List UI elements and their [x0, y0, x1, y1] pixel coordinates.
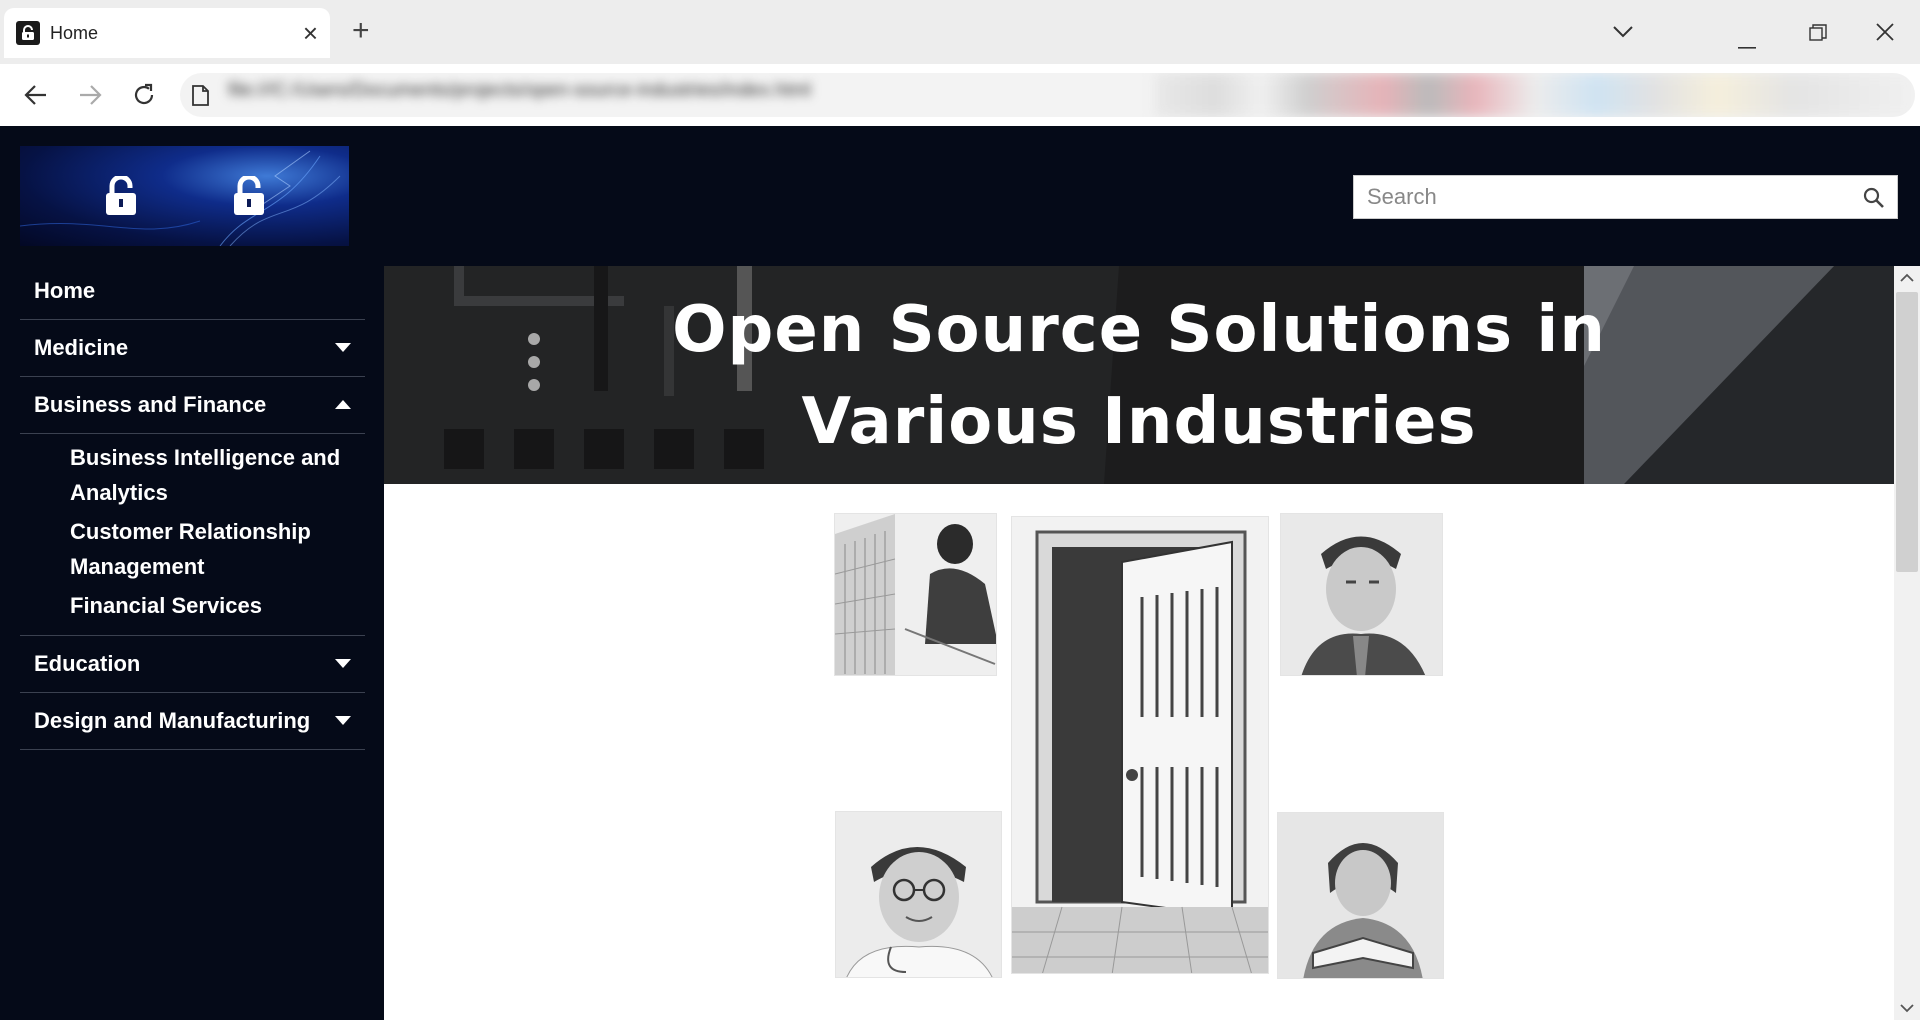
sidebar-item-label: Business and Finance — [34, 392, 267, 417]
sidebar-item-home[interactable]: Home — [20, 263, 365, 320]
scrollbar-thumb[interactable] — [1896, 292, 1918, 572]
business-finance-submenu: Business Intelligence and Analytics Cust… — [20, 434, 365, 636]
open-padlock-icon — [232, 174, 266, 221]
page-file-icon — [192, 85, 209, 111]
scroll-up-arrow-icon[interactable] — [1899, 270, 1915, 286]
back-arrow-icon[interactable] — [21, 80, 51, 110]
reload-icon[interactable] — [129, 80, 159, 110]
close-window-icon[interactable] — [1875, 22, 1895, 47]
forward-arrow-icon[interactable] — [75, 80, 105, 110]
open-door-sketch-image — [1011, 516, 1269, 974]
browser-tab[interactable]: Home × — [4, 8, 330, 58]
submenu-item-business-intelligence[interactable]: Business Intelligence and Analytics — [20, 440, 365, 514]
title-line-2: Various Industries — [801, 385, 1477, 459]
hero-banner: Open Source Solutions in Various Industr… — [384, 266, 1894, 484]
site-logo[interactable] — [20, 146, 349, 246]
sidebar-item-label: Design and Manufacturing — [34, 708, 311, 733]
lock-favicon-icon — [16, 21, 40, 45]
browser-tabstrip: Home × + — [0, 0, 1920, 64]
sidebar-item-business-and-finance[interactable]: Business and Finance — [20, 377, 365, 434]
page-body: Home Medicine Business and Finance Busin… — [0, 126, 1920, 1020]
open-padlock-icon — [104, 174, 138, 221]
search-input[interactable] — [1354, 176, 1844, 218]
scroll-down-arrow-icon[interactable] — [1899, 1000, 1915, 1016]
minimize-icon[interactable] — [1738, 30, 1756, 54]
tab-search-chevron-icon[interactable] — [1612, 20, 1634, 44]
main-content: Open Source Solutions in Various Industr… — [384, 266, 1894, 1020]
reading-woman-portrait-image — [1277, 812, 1444, 979]
search-box[interactable] — [1353, 175, 1898, 219]
doctor-portrait-image — [835, 811, 1002, 978]
sidebar-item-label: Education — [34, 651, 141, 676]
caret-down-icon[interactable] — [335, 343, 351, 352]
sidebar-item-label: Medicine — [34, 335, 129, 360]
new-tab-plus-icon[interactable]: + — [352, 16, 370, 46]
submenu-item-financial-services[interactable]: Financial Services — [20, 588, 365, 627]
tab-close-icon[interactable]: × — [303, 20, 318, 46]
address-url-text: file:///C:/Users/Documents/projects/open… — [228, 80, 811, 101]
tab-title: Home — [50, 22, 99, 43]
search-icon[interactable] — [1863, 187, 1885, 214]
sidebar-item-education[interactable]: Education — [20, 636, 365, 693]
extension-icons-blurred — [1155, 73, 1915, 117]
sidebar-item-label: Home — [34, 278, 96, 303]
submenu-item-crm[interactable]: Customer Relationship Management — [20, 514, 365, 588]
browser-toolbar: file:///C:/Users/Documents/projects/open… — [0, 64, 1920, 126]
caret-down-icon[interactable] — [335, 716, 351, 725]
businessman-portrait-image — [1280, 513, 1443, 676]
vertical-scrollbar[interactable] — [1894, 266, 1920, 1020]
sidebar-nav: Home Medicine Business and Finance Busin… — [20, 263, 365, 750]
logo-energy-lines-icon — [20, 150, 341, 246]
address-bar[interactable]: file:///C:/Users/Documents/projects/open… — [180, 73, 1915, 117]
caret-down-icon[interactable] — [335, 659, 351, 668]
sidebar-item-medicine[interactable]: Medicine — [20, 320, 365, 377]
page-title: Open Source Solutions in Various Industr… — [384, 284, 1894, 468]
sidebar-item-design-and-manufacturing[interactable]: Design and Manufacturing — [20, 693, 365, 750]
architect-sketch-image — [834, 513, 997, 676]
restore-icon[interactable] — [1809, 23, 1827, 47]
caret-up-icon[interactable] — [335, 400, 351, 409]
title-line-1: Open Source Solutions in — [672, 293, 1606, 367]
